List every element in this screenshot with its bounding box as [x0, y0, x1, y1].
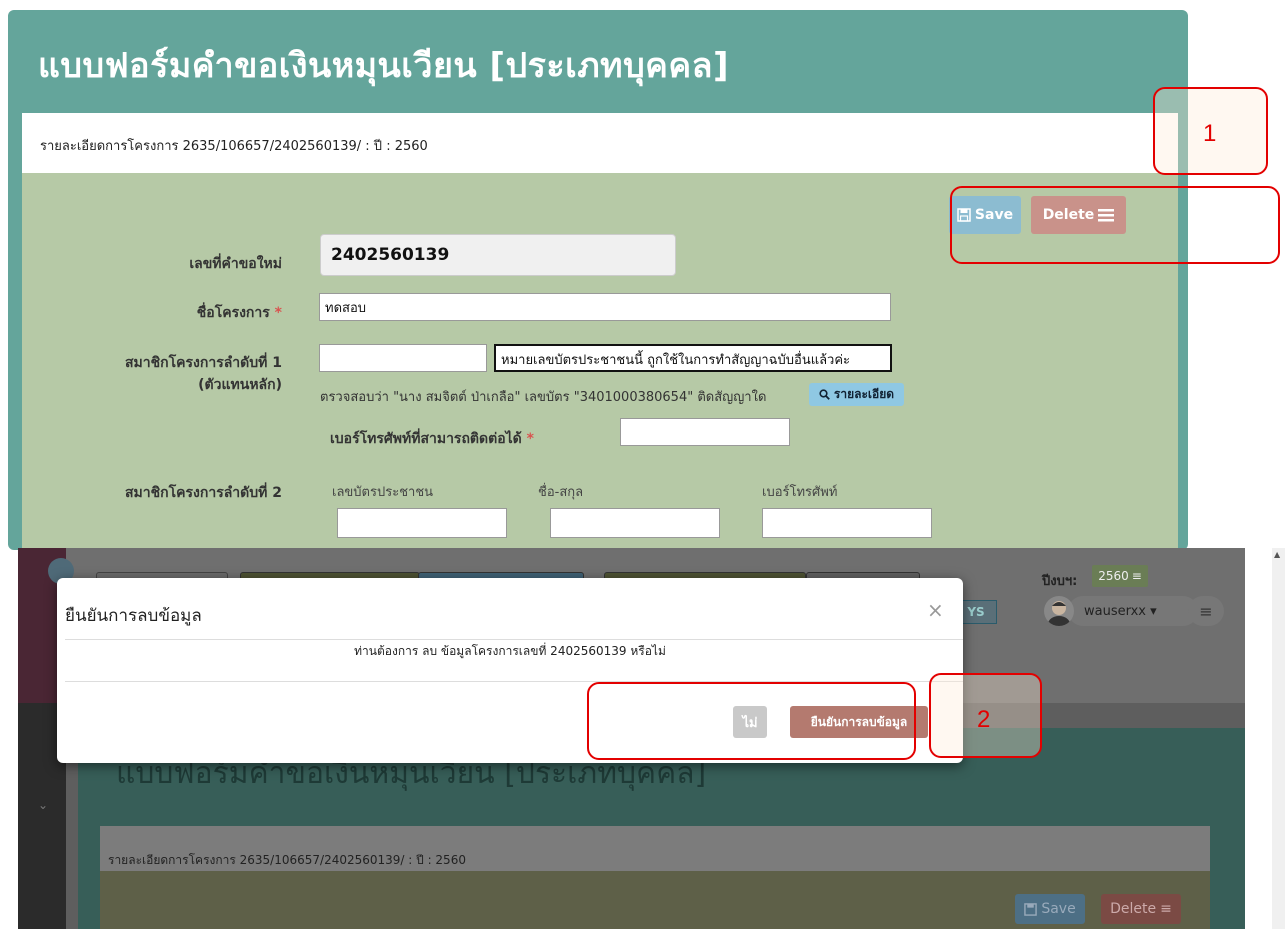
project-detail-bar: รายละเอียดการโครงการ 2635/106657/2402560…	[22, 113, 1178, 173]
verify-contract-text: ตรวจสอบว่า "นาง สมจิตต์ ป่าเกลือ" เลขบัต…	[320, 390, 767, 405]
close-icon[interactable]: ×	[927, 598, 944, 622]
annotation-number-1: 1	[1203, 120, 1217, 147]
scroll-up-icon[interactable]: ▲	[1274, 550, 1280, 559]
bg-delete-button[interactable]: Delete ≡	[1101, 894, 1181, 924]
username-text: wauserxx	[1084, 604, 1146, 619]
page-title: แบบฟอร์มคำขอเงินหมุนเวียน [ประเภทบุคคล]	[38, 46, 730, 86]
member2-name-input[interactable]	[550, 508, 720, 538]
chevron-down-icon[interactable]: ⌄	[38, 798, 48, 812]
modal-message: ท่านต้องการ ลบ ข้อมูลโครงการเลขที่ 24025…	[354, 644, 666, 658]
member1-sublabel: (ตัวแทนหลัก)	[198, 377, 282, 393]
list-icon: ≡	[1160, 901, 1172, 917]
project-detail-text: รายละเอียดการโครงการ 2635/106657/2402560…	[40, 139, 428, 154]
detail-button[interactable]: รายละเอียด	[809, 383, 904, 406]
fiscal-year-value: 2560	[1098, 569, 1129, 583]
member2-id-input[interactable]	[337, 508, 507, 538]
project-name-label-text: ชื่อโครงการ	[196, 305, 270, 321]
annotation-number-2: 2	[977, 706, 991, 733]
search-icon	[819, 389, 830, 400]
phone-input[interactable]	[620, 418, 790, 446]
member2-phone-header: เบอร์โทรศัพท์	[762, 485, 838, 500]
project-name-input[interactable]: ทดสอบ	[319, 293, 891, 321]
member1-warning-field[interactable]: หมายเลขบัตรประชาชนนี้ ถูกใช้ในการทำสัญญา…	[494, 344, 892, 372]
avatar-image	[1048, 601, 1070, 626]
phone-label-text: เบอร์โทรศัพท์ที่สามารถติดต่อได้	[330, 431, 522, 447]
required-mark: *	[274, 305, 282, 321]
modal-divider	[65, 639, 963, 640]
member1-id-input[interactable]	[319, 344, 487, 372]
member1-label: สมาชิกโครงการลำดับที่ 1	[125, 355, 282, 371]
phone-label: เบอร์โทรศัพท์ที่สามารถติดต่อได้ *	[330, 428, 600, 450]
bg-save-button[interactable]: Save	[1015, 894, 1085, 924]
fiscal-year-label: ปีงบฯ:	[1042, 574, 1078, 589]
project-name-label: ชื่อโครงการ *	[140, 302, 282, 324]
scrollbar[interactable]: ▲	[1272, 548, 1285, 929]
menu-icon[interactable]: ≡	[1188, 596, 1224, 626]
floppy-disk-icon	[1024, 902, 1038, 916]
app-no-field: 2402560139	[320, 234, 676, 276]
bg-delete-label: Delete	[1110, 901, 1157, 917]
avatar	[1044, 596, 1074, 626]
member2-id-header: เลขบัตรประชาชน	[332, 485, 434, 500]
fiscal-year-select[interactable]: 2560 ≡	[1092, 565, 1148, 587]
bg-save-label: Save	[1041, 901, 1076, 917]
app-no-label: เลขที่คำขอใหม่	[189, 256, 282, 272]
member2-phone-input[interactable]	[762, 508, 932, 538]
list-icon: ≡	[1131, 569, 1142, 583]
required-mark: *	[526, 431, 534, 447]
member2-name-header: ชื่อ-สกุล	[538, 485, 584, 500]
modal-title: ยืนยันการลบข้อมูล	[65, 606, 202, 626]
username[interactable]: wauserxx ▾	[1084, 604, 1157, 619]
caret-down-icon: ▾	[1150, 604, 1157, 619]
member2-label: สมาชิกโครงการลำดับที่ 2	[125, 485, 282, 501]
annotation-highlight-save-delete	[950, 186, 1280, 264]
bg-project-detail-text: รายละเอียดการโครงการ 2635/106657/2402560…	[108, 853, 466, 867]
detail-button-label: รายละเอียด	[833, 387, 895, 401]
form-panel: แบบฟอร์มคำขอเงินหมุนเวียน [ประเภทบุคคล] …	[8, 10, 1188, 550]
annotation-highlight-modal-buttons	[587, 682, 916, 760]
